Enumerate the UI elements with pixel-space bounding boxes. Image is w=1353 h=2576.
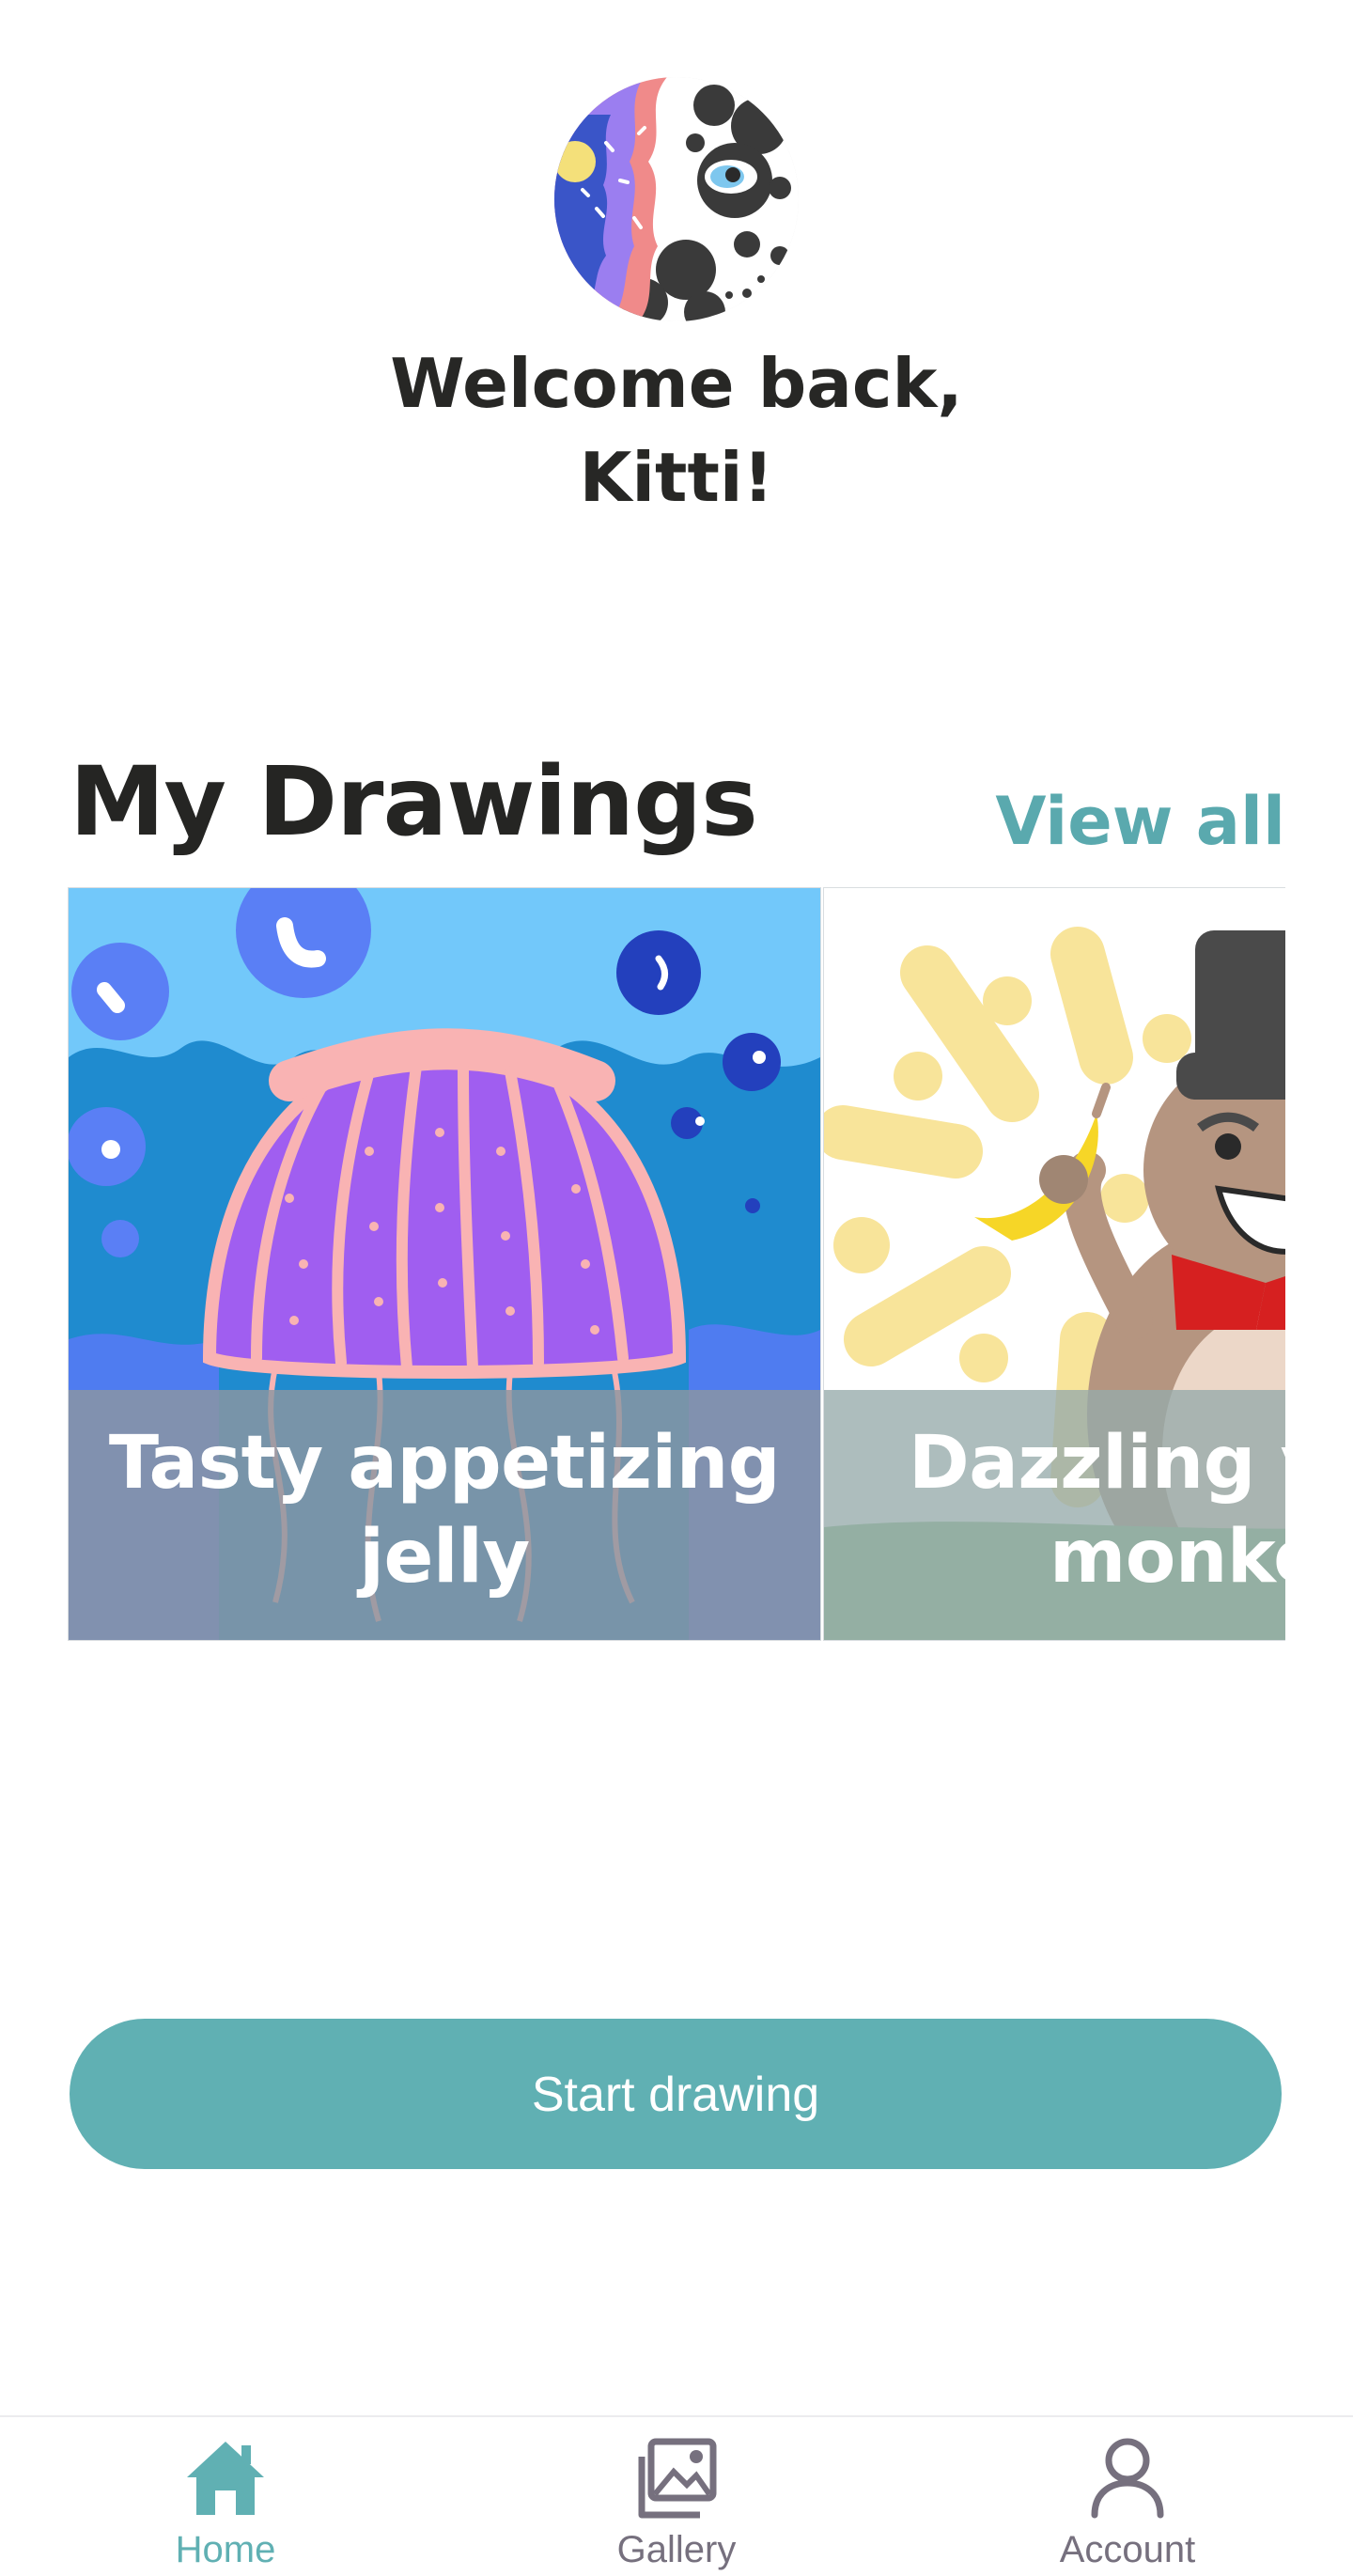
card-title-line: Dazzling y xyxy=(909,1421,1285,1506)
card-title-line: monke xyxy=(1050,1515,1285,1600)
view-all-link[interactable]: View all xyxy=(995,782,1285,861)
avatar-artwork xyxy=(554,77,799,321)
card-title: Tasty appetizing jelly xyxy=(69,1416,820,1604)
tab-gallery[interactable]: Gallery xyxy=(536,2417,817,2576)
start-drawing-button[interactable]: Start drawing xyxy=(70,2019,1282,2169)
card-title-line: Tasty appetizing xyxy=(108,1421,781,1506)
gallery-icon xyxy=(638,2438,717,2519)
tab-gallery-label: Gallery xyxy=(616,2529,737,2570)
home-icon xyxy=(187,2442,264,2515)
bottom-tab-bar: Home Gallery Account xyxy=(0,2415,1353,2576)
my-drawings-title: My Drawings xyxy=(70,746,758,858)
tab-account[interactable]: Account xyxy=(987,2417,1268,2576)
drawings-carousel[interactable]: Tasty appetizing jelly Dazzling monk xyxy=(68,887,1285,1641)
tab-home[interactable]: Home xyxy=(85,2417,366,2576)
tab-home-label: Home xyxy=(175,2529,276,2570)
welcome-line-greeting: Welcome back, xyxy=(390,344,963,423)
account-icon xyxy=(1091,2438,1164,2519)
tab-account-label: Account xyxy=(1059,2529,1196,2570)
drawing-card[interactable]: Tasty appetizing jelly xyxy=(68,887,821,1641)
welcome-heading: Welcome back, Kitti! xyxy=(0,336,1353,524)
welcome-line-username: Kitti! xyxy=(579,438,774,517)
avatar[interactable] xyxy=(554,77,799,321)
card-title: Dazzling y monke xyxy=(824,1416,1285,1604)
card-title-line: jelly xyxy=(359,1515,530,1600)
drawing-card[interactable]: Dazzling y monke xyxy=(823,887,1285,1641)
